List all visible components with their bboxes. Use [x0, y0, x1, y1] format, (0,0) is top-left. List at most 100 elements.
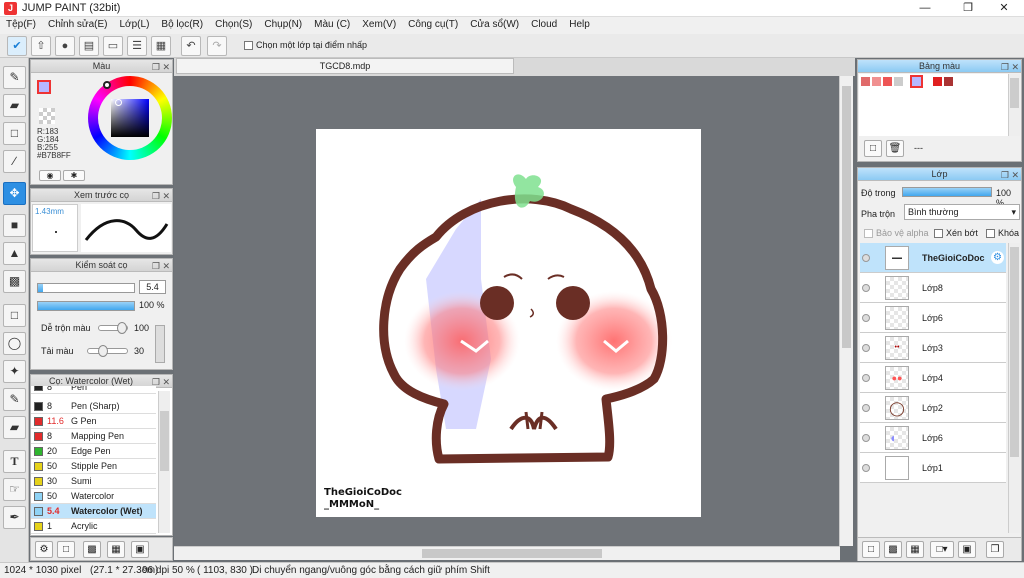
panel-close-icon[interactable]: ❐ ✕	[152, 61, 170, 73]
undo-icon[interactable]: ↶	[181, 36, 201, 56]
layer-item[interactable]: Lớp6	[860, 303, 1006, 333]
minimize-icon[interactable]: —	[905, 0, 945, 17]
cloud-icon[interactable]: ✔	[7, 36, 27, 56]
brush-item-selected[interactable]: 5.4 Watercolor (Wet)	[31, 504, 156, 519]
duplicate-layer-icon[interactable]: ❐	[986, 541, 1004, 558]
brush-item[interactable]: 50 Stipple Pen	[31, 459, 156, 474]
brush-settings-icon[interactable]: ⚙	[35, 541, 53, 558]
gear-icon[interactable]: ⚙	[991, 251, 1004, 264]
eye-icon[interactable]	[862, 314, 870, 322]
canvas-horizontal-scrollbar[interactable]	[174, 546, 840, 560]
move-tool-icon[interactable]: ✥	[3, 182, 26, 205]
menu-file[interactable]: Tệp(F)	[0, 17, 42, 32]
canvas-vertical-scrollbar[interactable]	[839, 76, 853, 546]
eye-icon[interactable]	[862, 374, 870, 382]
new-layer-folder-icon[interactable]: ▦	[906, 541, 924, 558]
hue-handle[interactable]	[103, 81, 111, 89]
protect-alpha-checkbox[interactable]: Bảo vệ alpha	[864, 228, 929, 239]
layer-item-selected[interactable]: ▬▬ TheGioiCoDoc ⚙	[860, 243, 1006, 273]
palette-swatch[interactable]	[883, 77, 892, 86]
mix-slider[interactable]	[98, 322, 128, 334]
share-icon[interactable]: ⇧	[31, 36, 51, 56]
close-icon[interactable]: ✕	[984, 0, 1024, 17]
eye-icon[interactable]	[862, 434, 870, 442]
new-layer-icon[interactable]: □	[862, 541, 880, 558]
select-pen-icon[interactable]: ✎	[3, 388, 26, 411]
grid-icon[interactable]: ▦	[151, 36, 171, 56]
folder-icon[interactable]: ▣	[958, 541, 976, 558]
brush-folder-icon[interactable]: ▣	[131, 541, 149, 558]
palette-swatch[interactable]	[894, 77, 903, 86]
menu-view[interactable]: Xem(V)	[356, 17, 402, 32]
brush-list-scrollbar[interactable]	[158, 391, 170, 533]
reload-slider[interactable]	[87, 345, 128, 357]
list-icon[interactable]: ☰	[127, 36, 147, 56]
palette-swatch[interactable]	[872, 77, 881, 86]
add-layer-dropdown-icon[interactable]: □▾	[930, 541, 954, 558]
palette-swatch-selected[interactable]	[910, 75, 923, 88]
lock-checkbox[interactable]: Khóa	[986, 228, 1019, 239]
text-tool-icon[interactable]: T	[3, 450, 26, 473]
redo-icon[interactable]: ↷	[207, 36, 227, 56]
transparent-swatch[interactable]	[39, 108, 55, 124]
delete-palette-color-icon[interactable]: 🗑	[886, 140, 904, 157]
bucket-tool-icon[interactable]: ▲	[3, 242, 26, 265]
menu-help[interactable]: Help	[563, 17, 596, 32]
menu-edit[interactable]: Chỉnh sửa(E)	[42, 17, 114, 32]
menu-cloud[interactable]: Cloud	[525, 17, 563, 32]
eyedropper-tool-icon[interactable]: ✒	[3, 506, 26, 529]
panel-close-icon[interactable]: ❐ ✕	[1001, 169, 1019, 181]
magic-wand-icon[interactable]: ✦	[3, 360, 26, 383]
brush-tool-icon[interactable]: ✎	[3, 66, 26, 89]
document-tab[interactable]: TGCD8.mdp	[176, 58, 514, 74]
brush-item[interactable]: 50 Watercolor	[31, 489, 156, 504]
hand-tool-icon[interactable]: ☞	[3, 478, 26, 501]
eye-icon[interactable]	[862, 344, 870, 352]
brush-item[interactable]: 30 Sumi	[31, 474, 156, 489]
menu-tools[interactable]: Công cụ(T)	[402, 17, 464, 32]
layer-item[interactable]: •• Lớp3	[860, 333, 1006, 363]
palette-swatch[interactable]	[933, 77, 942, 86]
brush-item[interactable]: 20 Edge Pen	[31, 444, 156, 459]
panel-close-icon[interactable]: ❐ ✕	[1001, 61, 1019, 73]
brush-preset-icon[interactable]: ▦	[107, 541, 125, 558]
layer-item[interactable]: ◯ Lớp2	[860, 393, 1006, 423]
menu-select[interactable]: Chọn(S)	[209, 17, 258, 32]
foreground-color-swatch[interactable]	[37, 80, 51, 94]
fill-rect-tool-icon[interactable]: ■	[3, 214, 26, 237]
panel-close-icon[interactable]: ❐ ✕	[152, 190, 170, 202]
palette-scrollbar[interactable]	[1008, 74, 1020, 136]
layer-item[interactable]: Lớp8	[860, 273, 1006, 303]
color-picker-icon[interactable]: ✱	[63, 170, 85, 181]
menu-color[interactable]: Màu (C)	[308, 17, 356, 32]
comment-icon[interactable]: ▤	[79, 36, 99, 56]
sv-handle[interactable]	[115, 99, 122, 106]
layer-item[interactable]: ◖ Lớp6	[860, 423, 1006, 453]
select-eraser-icon[interactable]: ▰	[3, 416, 26, 439]
eye-icon[interactable]	[862, 464, 870, 472]
brush-item[interactable]: 1 Acrylic	[31, 519, 156, 534]
blend-mode-select[interactable]: Bình thường ▾	[904, 204, 1020, 220]
copy-brush-icon[interactable]: ▩	[83, 541, 101, 558]
eraser-tool-icon[interactable]: ▰	[3, 94, 26, 117]
brush-control-scrollbar[interactable]	[155, 325, 165, 363]
color-mode-icon[interactable]: ◉	[39, 170, 61, 181]
rect-select-icon[interactable]: □	[3, 304, 26, 327]
layer-opacity-slider[interactable]	[902, 187, 992, 197]
chat-icon[interactable]: ●	[55, 36, 75, 56]
brush-item[interactable]: 8 Pen	[31, 386, 156, 394]
snap-layer-checkbox[interactable]: Chọn một lớp tại điểm nhấp	[244, 40, 367, 51]
brush-size-slider[interactable]	[37, 283, 135, 293]
new-brush-icon[interactable]: □	[57, 541, 75, 558]
layer-list-scrollbar[interactable]	[1008, 243, 1020, 533]
restore-icon[interactable]: ❐	[948, 0, 988, 17]
brush-size-input[interactable]: 5.4	[139, 280, 166, 294]
eye-icon[interactable]	[862, 254, 870, 262]
new-halftone-layer-icon[interactable]: ▩	[884, 541, 902, 558]
eye-icon[interactable]	[862, 284, 870, 292]
palette-swatch[interactable]	[944, 77, 953, 86]
menu-filter[interactable]: Bộ lọc(R)	[155, 17, 209, 32]
clipping-checkbox[interactable]: Xén bớt	[934, 228, 978, 239]
eye-icon[interactable]	[862, 404, 870, 412]
brush-item[interactable]: 11.6 G Pen	[31, 414, 156, 429]
